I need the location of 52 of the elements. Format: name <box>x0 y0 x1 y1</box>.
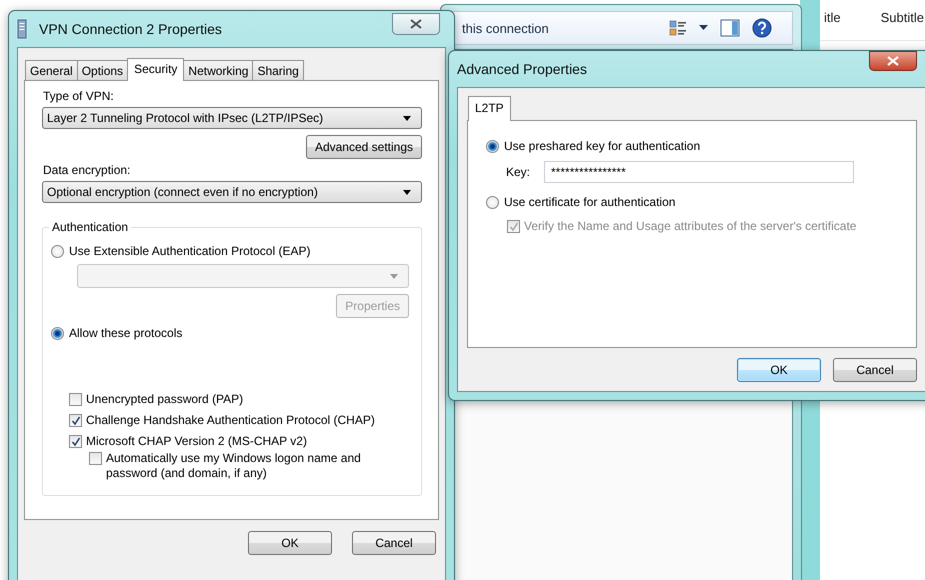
tab[interactable]: Options <box>76 60 128 80</box>
checkbox-label: Verify the Name and Usage attributes of the server's certificate <box>524 219 856 233</box>
window-title: VPN Connection 2 Properties <box>39 21 222 37</box>
tab[interactable]: L2TP <box>468 96 511 121</box>
encryption-dropdown[interactable]: Optional encryption (connect even if no encryption) <box>42 181 422 203</box>
cancel-button[interactable]: Cancel <box>833 358 917 382</box>
radio-button[interactable] <box>486 196 499 208</box>
caret-icon <box>390 274 398 278</box>
preview-pane-icon[interactable] <box>720 19 740 37</box>
group-title: Authentication <box>49 220 132 234</box>
radio-label: Use certificate for authentication <box>504 195 676 209</box>
server-icon <box>17 19 27 39</box>
field-label: Type of VPN: <box>43 89 115 103</box>
checkbox-label: Automatically use my Windows logon name and password (and domain, if any) <box>106 451 362 481</box>
radio-label: Use Extensible Authentication Protocol (EAP) <box>69 244 310 258</box>
radio-button[interactable] <box>486 140 499 152</box>
ok-button[interactable]: OK <box>248 531 332 555</box>
caret-icon <box>403 116 411 120</box>
radio-label: Use preshared key for authentication <box>504 139 700 153</box>
toolbar-text[interactable]: this connection <box>462 20 549 36</box>
help-icon[interactable] <box>752 18 772 38</box>
column-header[interactable]: Subtitle <box>880 10 924 40</box>
close-icon <box>887 56 899 66</box>
close-icon <box>410 19 422 29</box>
caret-icon <box>403 190 411 194</box>
radio-label: Allow these protocols <box>69 326 182 340</box>
close-button[interactable] <box>869 51 917 71</box>
tab[interactable]: Sharing <box>252 60 304 80</box>
checkbox-label: Unencrypted password (PAP) <box>86 392 244 406</box>
column-header[interactable]: itle <box>824 10 841 40</box>
tab[interactable]: General <box>25 60 78 80</box>
checkbox[interactable] <box>69 414 82 427</box>
field-label: Key: <box>506 165 530 179</box>
checkbox[interactable] <box>69 393 82 406</box>
radio-button[interactable] <box>51 326 64 340</box>
window-title: Advanced Properties <box>457 61 587 77</box>
key-field[interactable]: **************** <box>544 161 854 183</box>
checkbox-label: Microsoft CHAP Version 2 (MS-CHAP v2) <box>86 434 307 448</box>
checkbox-label: Challenge Handshake Authentication Protocol (CHAP) <box>86 413 375 427</box>
vpn-type-dropdown[interactable]: Layer 2 Tunneling Protocol with IPsec (L2TP/IPSec) <box>42 107 422 129</box>
caret-icon[interactable] <box>699 25 708 31</box>
cancel-button[interactable]: Cancel <box>352 531 436 555</box>
ok-button[interactable]: OK <box>737 358 821 382</box>
checkbox[interactable] <box>69 435 82 448</box>
tab[interactable]: Networking <box>183 60 254 80</box>
close-button[interactable] <box>392 13 440 35</box>
tab[interactable]: Security <box>127 58 184 81</box>
field-label: Data encryption: <box>43 163 132 177</box>
advanced-settings-button[interactable]: Advanced settings <box>306 135 422 159</box>
view-icon[interactable] <box>669 20 687 36</box>
radio-button[interactable] <box>51 244 64 258</box>
checkbox[interactable] <box>89 452 102 465</box>
